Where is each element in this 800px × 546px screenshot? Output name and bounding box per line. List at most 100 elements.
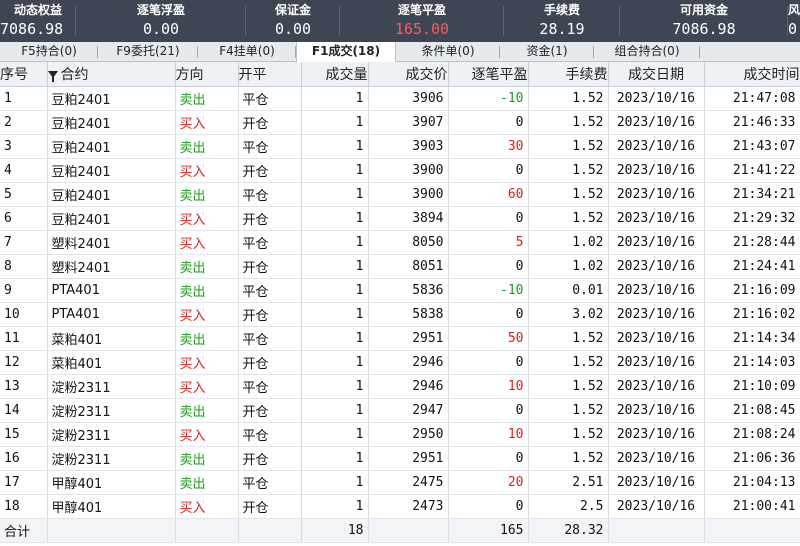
tab-label: F9委托(21) (116, 44, 180, 58)
total-cell-empty (175, 518, 239, 543)
tab-bar: F5持合(0) F9委托(21) F4挂单(0) F1成交(18) 条件单(0)… (0, 42, 800, 62)
column-header-price[interactable]: 成交价 (368, 62, 449, 87)
cell-price: 3900 (368, 158, 449, 183)
cell-no: 14 (0, 398, 48, 423)
summary-margin: 保证金 0.00 (246, 0, 340, 42)
cell-price: 3907 (368, 110, 449, 135)
summary-value: 0.00 (142, 20, 180, 38)
filter-icon[interactable] (47, 70, 58, 82)
column-header-label: 合约 (60, 66, 89, 83)
table-header-row: 序号 合约 方向 开平 成交量 成交价 逐笔平盈 手续费 成交日期 成交时间 (0, 62, 800, 87)
cell-oc: 平仓 (238, 86, 302, 111)
cell-oc: 平仓 (238, 278, 302, 303)
cell-fee: 1.52 (528, 110, 609, 135)
cell-price: 8051 (368, 254, 449, 279)
tab-positions[interactable]: F5持合(0) (0, 42, 98, 62)
summary-float-pnl: 逐笔浮盈 0.00 (76, 0, 246, 42)
table-row[interactable]: 15 淀粉2311 买入 平仓 1 2950 10 1.52 2023/10/16 21:08:2… (0, 422, 800, 447)
cell-time: 21:08:24 (704, 422, 800, 447)
table-row[interactable]: 18 甲醇401 买入 开仓 1 2473 0 2.5 2023/10/16 21:00:41 (0, 494, 800, 519)
cell-fee: 2.5 (528, 494, 609, 519)
table-row[interactable]: 8 塑料2401 卖出 开仓 1 8051 0 1.02 2023/10/16 21:24:41 (0, 254, 800, 279)
cell-dir: 卖出 (175, 278, 239, 303)
cell-contract: 塑料2401 (47, 230, 176, 255)
column-header-contract[interactable]: 合约 (47, 62, 176, 87)
summary-value: 28.19 (539, 20, 585, 38)
column-header-close-pnl[interactable]: 逐笔平盈 (448, 62, 529, 87)
tab-orders[interactable]: F9委托(21) (98, 42, 198, 62)
cell-oc: 平仓 (238, 470, 302, 495)
cell-dir: 卖出 (175, 398, 239, 423)
cell-pnl: 20 (448, 470, 529, 495)
tab-trades[interactable]: F1成交(18) (296, 42, 396, 62)
cell-contract: 豆粕2401 (47, 182, 176, 207)
total-cell-empty (238, 518, 302, 543)
cell-pnl: 0 (448, 350, 529, 375)
cell-qty: 1 (301, 158, 369, 183)
column-header-fee[interactable]: 手续费 (528, 62, 609, 87)
summary-available-funds: 可用资金 7086.98 (620, 0, 788, 42)
tab-conditional-orders[interactable]: 条件单(0) (396, 42, 500, 62)
table-row[interactable]: 4 豆粕2401 买入 开仓 1 3900 0 1.52 2023/10/16 21:41:22 (0, 158, 800, 183)
cell-date: 2023/10/16 (608, 350, 705, 375)
cell-qty: 1 (301, 470, 369, 495)
cell-fee: 1.52 (528, 134, 609, 159)
cell-pnl: 30 (448, 134, 529, 159)
column-header-no[interactable]: 序号 (0, 62, 48, 87)
cell-time: 21:47:08 (704, 86, 800, 111)
cell-fee: 0.01 (528, 278, 609, 303)
cell-dir: 卖出 (175, 134, 239, 159)
tab-label: F5持合(0) (21, 44, 77, 58)
table-row[interactable]: 3 豆粕2401 卖出 平仓 1 3903 30 1.52 2023/10/16 21:43:07 (0, 134, 800, 159)
tab-pending[interactable]: F4挂单(0) (198, 42, 296, 62)
cell-oc: 开仓 (238, 110, 302, 135)
table-row[interactable]: 14 淀粉2311 卖出 开仓 1 2947 0 1.52 2023/10/16 21:08:45 (0, 398, 800, 423)
table-row[interactable]: 2 豆粕2401 买入 开仓 1 3907 0 1.52 2023/10/16 21:46:33 (0, 110, 800, 135)
cell-time: 21:41:22 (704, 158, 800, 183)
cell-time: 21:24:41 (704, 254, 800, 279)
cell-qty: 1 (301, 422, 369, 447)
cell-fee: 1.02 (528, 254, 609, 279)
table-row[interactable]: 5 豆粕2401 卖出 平仓 1 3900 60 1.52 2023/10/16 21:34:21 (0, 182, 800, 207)
tab-funds[interactable]: 资金(1) (500, 42, 594, 62)
cell-no: 4 (0, 158, 48, 183)
total-cell-fee: 28.32 (528, 518, 609, 543)
tab-label: 资金(1) (526, 44, 568, 58)
total-cell-qty: 18 (301, 518, 369, 543)
cell-dir: 卖出 (175, 446, 239, 471)
cell-no: 8 (0, 254, 48, 279)
column-header-label: 成交时间 (743, 66, 800, 83)
summary-risk: 风 0 (788, 0, 800, 42)
table-row[interactable]: 16 淀粉2311 卖出 开仓 1 2951 0 1.52 2023/10/16 21:06:36 (0, 446, 800, 471)
column-header-volume[interactable]: 成交量 (301, 62, 369, 87)
table-row[interactable]: 11 菜粕401 卖出 平仓 1 2951 50 1.52 2023/10/16 21:14:34 (0, 326, 800, 351)
summary-label: 保证金 (274, 3, 311, 17)
cell-contract: 甲醇401 (47, 494, 176, 519)
cell-pnl: 10 (448, 374, 529, 399)
cell-time: 21:16:09 (704, 278, 800, 303)
column-header-time[interactable]: 成交时间 (704, 62, 800, 87)
table-row[interactable]: 1 豆粕2401 卖出 平仓 1 3906 -10 1.52 2023/10/16 21:47:0… (0, 86, 800, 111)
tab-combo-positions[interactable]: 组合持合(0) (594, 42, 700, 62)
cell-date: 2023/10/16 (608, 158, 705, 183)
table-row[interactable]: 6 豆粕2401 买入 开仓 1 3894 0 1.52 2023/10/16 21:29:32 (0, 206, 800, 231)
cell-contract: PTA401 (47, 302, 176, 327)
table-row[interactable]: 13 淀粉2311 买入 平仓 1 2946 10 1.52 2023/10/16 21:10:0… (0, 374, 800, 399)
table-row[interactable]: 12 菜粕401 买入 开仓 1 2946 0 1.52 2023/10/16 21:14:03 (0, 350, 800, 375)
cell-price: 2473 (368, 494, 449, 519)
cell-contract: 淀粉2311 (47, 446, 176, 471)
column-header-label: 方向 (175, 66, 204, 83)
tab-label: 组合持合(0) (614, 44, 680, 58)
column-header-date[interactable]: 成交日期 (608, 62, 705, 87)
column-header-open-close[interactable]: 开平 (238, 62, 302, 87)
cell-price: 2946 (368, 374, 449, 399)
cell-qty: 1 (301, 86, 369, 111)
cell-dir: 卖出 (175, 326, 239, 351)
cell-date: 2023/10/16 (608, 278, 705, 303)
column-header-direction[interactable]: 方向 (175, 62, 239, 87)
summary-label: 可用资金 (679, 3, 728, 17)
table-row[interactable]: 17 甲醇401 卖出 平仓 1 2475 20 2.51 2023/10/16 21:04:13 (0, 470, 800, 495)
table-row[interactable]: 7 塑料2401 买入 平仓 1 8050 5 1.02 2023/10/16 21:28:44 (0, 230, 800, 255)
table-row[interactable]: 9 PTA401 卖出 平仓 1 5836 -10 0.01 2023/10/16 21:16:0… (0, 278, 800, 303)
table-row[interactable]: 10 PTA401 买入 开仓 1 5838 0 3.02 2023/10/16 21:16:02 (0, 302, 800, 327)
